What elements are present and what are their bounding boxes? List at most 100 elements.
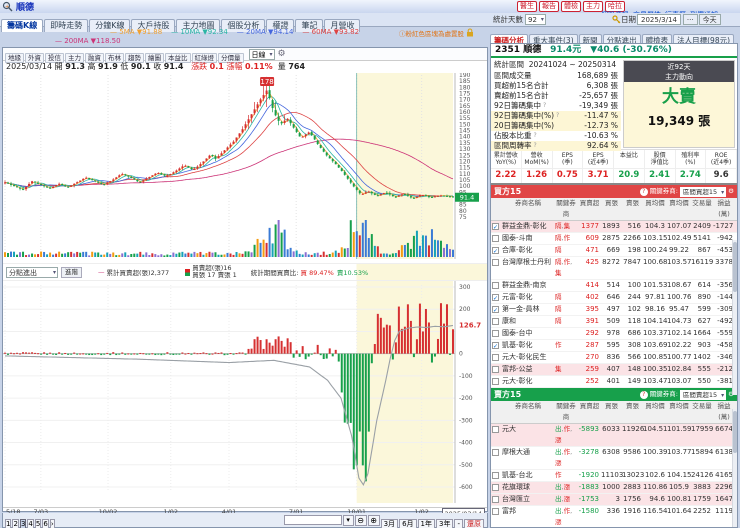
stat-days-select[interactable]: 92	[525, 14, 546, 25]
date-picker-button[interactable]: ···	[682, 14, 698, 25]
gear-icon[interactable]: ⚙	[278, 49, 286, 59]
table-row[interactable]: ✓ 合庫-彰化隔 471 669 198 100.24 99.22 867 -453	[491, 245, 737, 257]
help-icon[interactable]: ?	[534, 141, 537, 151]
table-row[interactable]: 國泰-斗南 隔,作 609 2875 2266 103.15 102.49 5141 -942	[491, 233, 737, 245]
table-row[interactable]: 群益金鼎-南京 414 514 100 101.53 108.67 614 -356	[491, 280, 737, 292]
range-button[interactable]: 還原	[464, 518, 484, 528]
table-row[interactable]: 摩根大通 出,作,漲 -3278 6308 9586 100.39 103.77 15894 6…	[491, 447, 737, 470]
sell-avg: 104.15	[667, 471, 692, 479]
row-checkbox[interactable]: ✓	[492, 247, 499, 255]
page-button[interactable]: 5	[34, 518, 42, 528]
table-row[interactable]: 台灣匯立 出,漲 -1753 3 1756 94.6 100.81 1759 1647	[491, 494, 737, 506]
page-button[interactable]: 6	[42, 518, 49, 528]
table-row[interactable]: ✓ 群益金鼎-彰化 隔,集 1377 1893 516 104.3 107.07 2409 -17…	[491, 221, 737, 233]
table-row[interactable]: 國泰-台中 292 978 686 103.37 102.14 1664 -559	[491, 328, 737, 340]
sell-section: 賣方15 ? 關鍵券商: 區間賣超15 ⚙ 券商名稱 關鍵券商買賣超買張賣張買均價…	[491, 388, 737, 528]
stat-row: 區間周轉率? 92.64 %	[491, 141, 621, 151]
table-row[interactable]: 凱基-台北作 -1920 11103 13023 102.6 104.15 24126 416…	[491, 470, 737, 482]
buy-lots: 6033	[602, 425, 620, 433]
period-select[interactable]: 日線	[248, 48, 275, 60]
help-icon[interactable]: ?	[639, 390, 648, 399]
help-icon[interactable]: ?	[534, 131, 537, 141]
zoom-in-icon[interactable]: ⊕	[367, 514, 380, 526]
help-icon[interactable]: ?	[556, 111, 559, 121]
row-checkbox[interactable]	[492, 366, 499, 373]
range-button[interactable]: 6月	[399, 518, 417, 528]
advanced-button[interactable]: 進階	[61, 266, 82, 278]
row-checkbox[interactable]: ✓	[492, 306, 499, 314]
row-checkbox[interactable]	[492, 508, 499, 515]
source-select[interactable]: 分點進出	[6, 266, 58, 278]
table-row[interactable]: ✓ 第一金-員林隔 395 497 102 98.16 95.47 599 -309	[491, 304, 737, 316]
page-button[interactable]: 4	[27, 518, 34, 528]
range-button[interactable]: 3月	[380, 518, 399, 528]
table-row[interactable]: 台灣摩根士丹利 隔,作,集 425 8272 7847 100.68 103.57 16119…	[491, 257, 737, 280]
buy-avg: 100.24	[643, 246, 668, 254]
table-row[interactable]: 康和隔 391 509 118 104.14 104.73 627 -492	[491, 316, 737, 328]
row-checkbox[interactable]	[492, 496, 499, 503]
range-button[interactable]: 1年	[417, 518, 435, 528]
buy-table-scrollbar[interactable]	[732, 240, 737, 395]
range-button[interactable]: 3年	[436, 518, 454, 528]
flow-chart[interactable]: -600 -500 -400 -300 -200 -100 0 200 300 126.7	[3, 281, 487, 503]
jump-input[interactable]	[283, 515, 342, 525]
row-checkbox[interactable]: ✓	[492, 294, 499, 302]
buy-lots: 8272	[602, 258, 620, 266]
buy-avg: 101.53	[643, 281, 668, 289]
col-header: 買均價	[645, 199, 665, 207]
page-button[interactable]: 3	[19, 518, 27, 528]
jump-dropdown[interactable]: ▾	[342, 514, 354, 526]
page-button[interactable]: 2	[12, 518, 19, 528]
row-checkbox[interactable]: ✓	[492, 342, 499, 350]
tab-1[interactable]: 即時走勢	[44, 19, 89, 32]
date-input[interactable]: 2025/3/14	[637, 14, 681, 25]
help-icon[interactable]: ?	[639, 187, 648, 196]
ma-text: 5MA ▼91.88	[119, 28, 163, 36]
row-checkbox[interactable]	[492, 426, 499, 433]
row-checkbox[interactable]	[492, 330, 499, 337]
page-button[interactable]: 1	[5, 518, 12, 528]
quick-button[interactable]: 報告	[539, 1, 559, 12]
table-row[interactable]: 元大-彰化 252 401 149 103.47 103.07 550 -381	[491, 376, 737, 388]
table-row[interactable]: 富邦 出,作,漲 -1580 336 1916 116.54 101.64 2252 1119	[491, 506, 737, 528]
row-checkbox[interactable]	[492, 449, 499, 456]
table-row[interactable]: 花旗環球 出,漲 -1883 1000 2883 110.86 105.9 3883 2296	[491, 482, 737, 494]
buy-lots: 1000	[602, 483, 620, 491]
price-chart[interactable]: 7580859095100105110115120125130135140145…	[3, 72, 487, 259]
sell-key-select[interactable]: 區間賣超15	[679, 389, 727, 400]
quick-button[interactable]: 醫生	[517, 1, 537, 12]
row-checkbox[interactable]	[492, 235, 499, 242]
page-button[interactable]: ›	[49, 518, 55, 528]
metric-header: 營收 MoM(%)	[522, 150, 553, 168]
magnifier-icon[interactable]: +	[2, 1, 13, 12]
row-checkbox[interactable]	[492, 378, 499, 385]
table-row[interactable]: 元大-彰化民生 270 836 566 100.85 100.77 1402 -346	[491, 352, 737, 364]
sell-avg: 107.07	[667, 222, 692, 230]
buy-avg: 103.15	[643, 234, 668, 242]
row-checkbox[interactable]	[492, 318, 499, 325]
filter-gear-icon[interactable]: ⚙	[728, 185, 734, 198]
quick-button[interactable]: 體檢	[561, 1, 581, 12]
table-row[interactable]: ✓ 元富-彰化隔 402 646 244 97.81 100.76 890 -144	[491, 292, 737, 304]
table-row[interactable]: 富邦-公益集 259 407 148 100.35 102.84 555 -212	[491, 364, 737, 376]
table-row[interactable]: ✓ 凱基-彰化作 287 595 308 103.69 102.22 903 -458	[491, 340, 737, 352]
sell-table-scrollbar[interactable]	[732, 409, 737, 527]
buy-key-select[interactable]: 區間買超15	[679, 186, 727, 197]
today-button[interactable]: 今天	[698, 14, 721, 25]
svg-text:100: 100	[459, 183, 471, 190]
row-checkbox[interactable]	[492, 472, 499, 479]
broker-marks: 作	[555, 471, 562, 479]
zoom-out-icon[interactable]: ⊖	[354, 514, 367, 526]
row-checkbox[interactable]	[492, 282, 499, 289]
quick-button[interactable]: 主力	[583, 1, 603, 12]
row-checkbox[interactable]	[492, 484, 499, 491]
range-button[interactable]: -	[454, 518, 463, 528]
tab-0[interactable]: 籌碼K線	[1, 19, 44, 32]
row-checkbox[interactable]: ✓	[492, 223, 499, 231]
help-icon[interactable]: ?	[543, 101, 546, 111]
sell-table-header: 券商名稱 關鍵券商 買賣超 買張 賣張 買均價 賣均價 交易量 損益(萬)	[491, 401, 737, 424]
row-checkbox[interactable]	[492, 354, 499, 361]
row-checkbox[interactable]	[492, 259, 499, 266]
table-row[interactable]: 元大 出,作,漲 -5893 6033 11926 104.51 101.59 17959 66…	[491, 424, 737, 447]
lock-icon[interactable]	[466, 28, 474, 37]
